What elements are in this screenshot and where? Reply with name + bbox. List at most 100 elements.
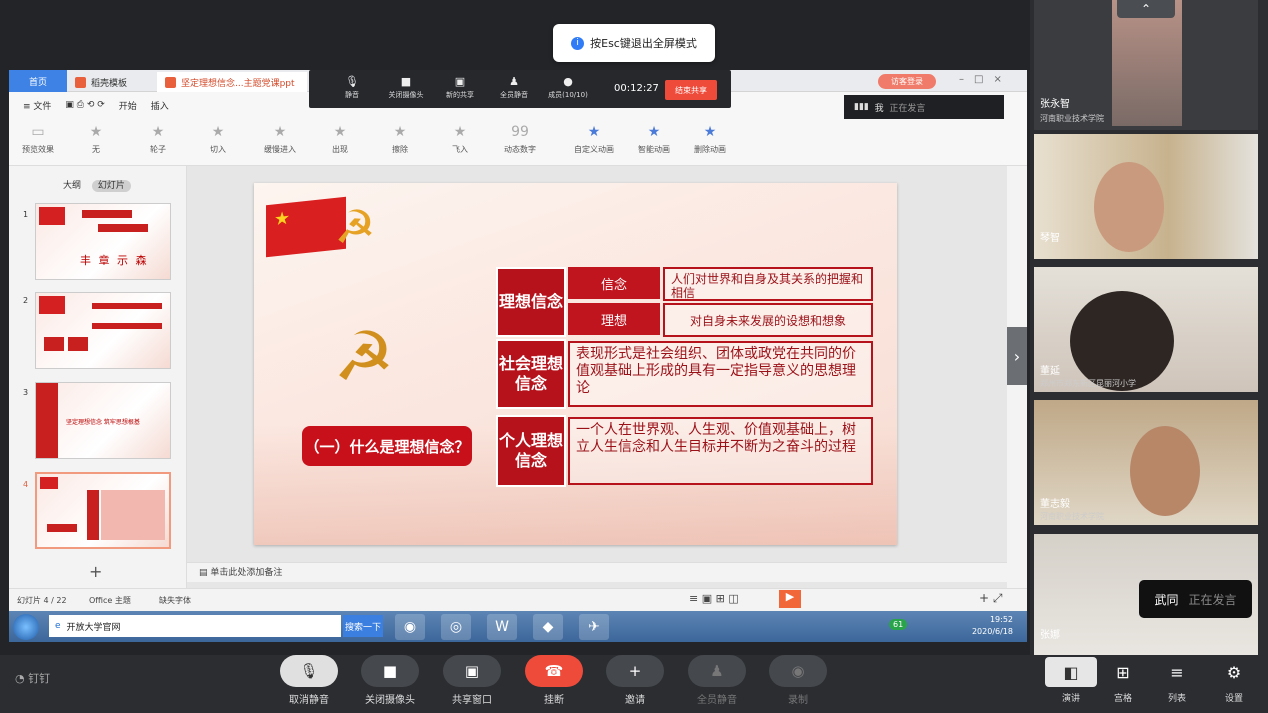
docer-icon [75,76,86,88]
chrome-icon[interactable]: ◎ [441,614,471,640]
tab-slides[interactable]: 幻灯片 [91,180,131,192]
info-icon: i [571,36,585,50]
wps-icon[interactable]: W [487,614,517,640]
slide-thumbnail-4[interactable] [35,472,171,549]
camera-off-button[interactable]: ■ 关闭摄像头 [360,655,420,706]
new-share-button[interactable]: ▣ 新的共享 [437,75,483,100]
play-icon[interactable]: ▶ [779,590,801,608]
meeting-share-bar: 🎙 静音 ■ 关闭摄像头 ▣ 新的共享 ♟ 全员静音 ● 成员(10/10) 00:12:… [309,70,731,108]
search-button[interactable]: 搜索一下 [343,615,383,637]
system-clock: 19:52 2020/6/18 [971,615,1013,636]
missing-font[interactable]: 缺失字体 [159,595,191,606]
tab-templates[interactable]: 稻壳模板 [67,72,155,92]
view-grid[interactable]: ⊞ 宫格 [1093,657,1153,705]
gear-icon: ⚙ [1226,662,1242,682]
participant-video[interactable]: 张永智 河南职业技术学院 [1034,0,1258,130]
star-icon: ★ [151,124,165,140]
animation-ribbon: ▭ 预览效果 ★ 无 ★ 轮子 ★ 切入 ★ 缓慢进入 ★ 出现 ★ 擦除 ★ 飞入 99 动态数… [9,118,1027,166]
list-icon: ≡ [1170,662,1184,682]
phone-icon: ☎ [525,655,583,687]
delete-animation-button[interactable]: ★ 删除动画 [683,124,737,155]
anim-fly-in[interactable]: ★ 飞入 [435,124,485,155]
view-icons[interactable]: ≡ ▣ ⊞ ◫ [689,592,739,605]
mute-all-icon: ♟ [509,75,519,88]
anim-none[interactable]: ★ 无 [71,124,121,155]
hang-up-button[interactable]: ☎ 挂断 [524,655,584,706]
menu-insert[interactable]: 插入 [151,99,169,112]
tab-document[interactable]: 坚定理想信念...主题党课ppt [157,72,307,92]
participant-video[interactable]: 董志毅 河南职业技术学院 [1034,400,1258,525]
row-head-personal: 个人理想信念 [496,415,566,487]
anim-dynamic-number[interactable]: 99 动态数字 [495,124,545,155]
end-share-button[interactable]: 结束共享 [665,80,717,100]
cell-personal-text: 一个人在世界观、人生观、价值观基础上，树立人生信念和人生目标并不断为之奋斗的过程 [568,417,873,485]
tab-home[interactable]: 首页 [9,70,67,92]
notes-field[interactable]: ▤ 单击此处添加备注 [187,562,1007,582]
360-browser-icon[interactable]: ◉ [395,614,425,640]
start-button-icon[interactable] [13,614,39,640]
star-icon: ★ [703,124,717,140]
app-icon[interactable]: ◆ [533,614,563,640]
share-window-button[interactable]: ▣ 共享窗口 [442,655,502,706]
anim-wipe[interactable]: ★ 擦除 [375,124,425,155]
current-slide[interactable]: ★ ☭ ☭ （一）什么是理想信念？ 理想信念 信念 人们对世界和自身及其关系的把… [254,183,897,545]
slide-thumbnail-2[interactable] [35,292,171,369]
slide-number: 3 [23,388,29,397]
collapse-chevron-icon[interactable]: ⌃ [1117,0,1175,18]
slide-number: 2 [23,296,29,305]
panel-tabs: 大纲 幻灯片 [63,178,131,192]
anim-slow-in[interactable]: ★ 缓慢进入 [255,124,305,155]
anim-cut-in[interactable]: ★ 切入 [193,124,243,155]
members-button[interactable]: ● 成员(10/10) [545,75,591,100]
theme-name[interactable]: Office 主题 [89,595,131,606]
dingtalk-icon[interactable]: ✈ [579,614,609,640]
camera-off-button[interactable]: ■ 关闭摄像头 [383,75,429,100]
record-button[interactable]: ◉ 录制 [768,655,828,706]
participant-video[interactable]: 董延 郑州市郑东新区昆丽河小学 [1034,267,1258,392]
star-icon: ★ [273,124,287,140]
zoom-controls[interactable]: + ⤢ [979,591,1002,606]
anim-appear[interactable]: ★ 出现 [315,124,365,155]
signal-icon: ▮▮▮ [854,102,875,112]
view-speaker[interactable]: ◧ 演讲 [1041,657,1101,704]
share-icon: ▣ [454,75,466,88]
preview-effect-button[interactable]: ▭ 预览效果 [13,124,63,155]
mute-all-button[interactable]: ♟ 全员静音 [491,75,537,100]
participant-video[interactable]: 琴智 [1034,134,1258,259]
star-icon: ★ [393,124,407,140]
custom-animation-button[interactable]: ★ 自定义动画 [567,124,621,155]
slide-editor: ★ ☭ ☭ （一）什么是理想信念？ 理想信念 信念 人们对世界和自身及其关系的把… [187,166,1007,590]
pin-button[interactable]: ◔ 钉钉 [15,670,50,686]
guest-login-button[interactable]: 访客登录 [878,74,936,89]
mute-all-button[interactable]: ♟ 全员静音 [687,655,747,706]
menu-file[interactable]: ≡ 文件 [23,99,51,112]
sub-head-ideal: 理想 [568,303,660,335]
view-list[interactable]: ≡ 列表 [1147,657,1207,705]
star-icon: ★ [647,124,661,140]
slide-thumbnail-1[interactable]: 丰 章 示 森 [35,203,171,280]
fullscreen-toast: i 按Esc键退出全屏模式 [553,24,715,62]
settings-button[interactable]: ⚙ 设置 [1204,657,1264,705]
slide-counter: 幻灯片 4 / 22 [17,596,67,605]
toolbar-icons[interactable]: ▣ ⎙ ⟲ ⟳ [65,100,104,110]
window-controls[interactable]: –□× [959,74,1012,85]
tab-outline[interactable]: 大纲 [63,181,81,191]
preview-icon: ▭ [31,124,45,140]
expand-arrow-icon[interactable]: › [1007,327,1027,385]
smart-animation-button[interactable]: ★ 智能动画 [627,124,681,155]
add-slide-button[interactable]: + [89,562,102,581]
mute-button[interactable]: 🎙 静音 [329,75,375,100]
url-input[interactable]: e 开放大学官网 [49,615,341,637]
menu-start[interactable]: 开始 [119,99,137,112]
anim-wheel[interactable]: ★ 轮子 [133,124,183,155]
invite-button[interactable]: + 邀请 [605,655,665,706]
speaking-indicator: 武同 正在发言 [1139,580,1252,618]
camera-icon: ■ [361,655,419,687]
cell-ideal-text: 对自身未来发展的设想和想象 [663,303,873,337]
slide-thumbnail-3[interactable]: 坚定理想信念 筑牢思想根基 [35,382,171,459]
meeting-control-bar: ◔ 钉钉 🎙 取消静音 ■ 关闭摄像头 ▣ 共享窗口 ☎ 挂断 + 邀请 ♟ 全员静音 ◉ 录… [0,655,1268,713]
row-head-ideal-belief: 理想信念 [496,267,566,337]
slide-panel: 大纲 幻灯片 1 丰 章 示 森 2 3 坚定理想信念 筑牢思想根基 4 [9,166,187,590]
ppt-icon [165,76,176,88]
unmute-button[interactable]: 🎙 取消静音 [279,655,339,706]
